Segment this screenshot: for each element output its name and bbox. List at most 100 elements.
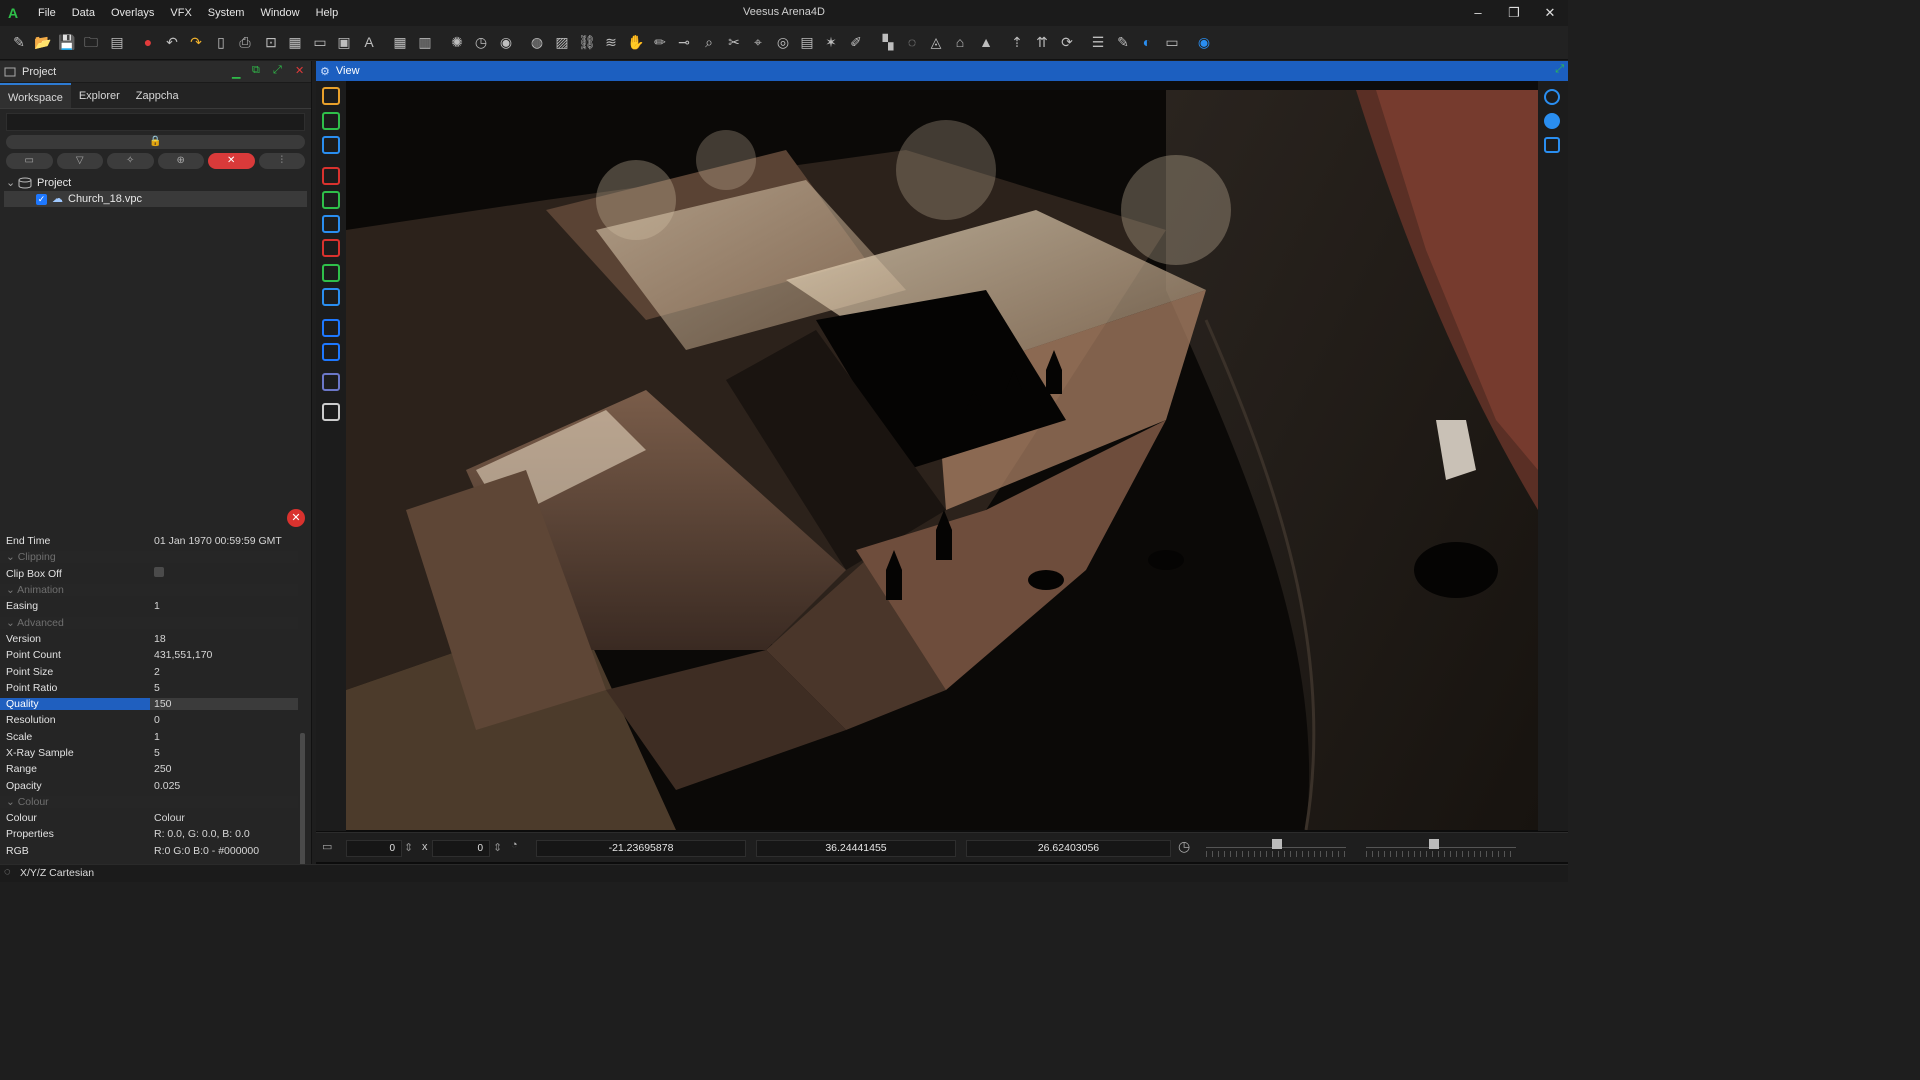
sphere-icon[interactable]: ◍ (528, 33, 546, 51)
property-row[interactable]: Resolution 0 (0, 712, 298, 728)
speed-icon[interactable]: ◔ (511, 839, 518, 851)
property-row[interactable]: Quality 150 (0, 696, 298, 712)
open-button[interactable]: ▭ (6, 153, 53, 169)
list-icon[interactable]: ☰ (1089, 33, 1107, 51)
save-icon[interactable]: 💾 (58, 33, 76, 51)
3d-view-icon[interactable] (322, 403, 340, 421)
close-properties-button[interactable]: ✕ (287, 509, 305, 527)
property-row[interactable]: Colour Colour (0, 810, 298, 826)
page-icon[interactable]: ▯ (212, 33, 230, 51)
star-icon[interactable]: ✶ (822, 33, 840, 51)
property-value[interactable]: 150 (150, 698, 298, 711)
property-value[interactable]: R:0 G:0 B:0 - #000000 (150, 845, 298, 857)
property-row[interactable]: Opacity 0.025 (0, 777, 298, 793)
ruler-icon[interactable]: ✎ (1114, 33, 1132, 51)
chevron-down-icon[interactable]: ⌄ (6, 584, 17, 596)
restore-button[interactable]: ❐ (1496, 0, 1532, 26)
chevron-down-icon[interactable]: ⌄ (6, 796, 18, 808)
house-icon[interactable]: ⌂ (951, 33, 969, 51)
camera-icon[interactable]: ⊡ (262, 33, 280, 51)
undo-icon[interactable]: ↶ (163, 33, 181, 51)
lock-button[interactable]: 🔒 (6, 135, 305, 149)
menu-vfx[interactable]: VFX (162, 0, 199, 26)
clip-box-blue-2-icon[interactable] (322, 288, 340, 306)
brush-icon[interactable]: ✏ (651, 33, 669, 51)
up-arrow-icon[interactable]: ⇡ (1008, 33, 1026, 51)
property-value[interactable]: 1 (150, 731, 298, 743)
property-row[interactable]: Scale 1 (0, 729, 298, 745)
maximize-view-icon[interactable]: ⤢ (1555, 63, 1564, 76)
property-value[interactable]: 0.025 (150, 780, 298, 792)
csv-icon[interactable]: ▤ (108, 33, 126, 51)
chevron-down-icon[interactable]: ⌄ (6, 617, 17, 629)
image-icon[interactable]: ▨ (553, 33, 571, 51)
property-value[interactable]: R: 0.0, G: 0.0, B: 0.0 (150, 828, 298, 840)
property-value[interactable]: 1 (150, 600, 298, 612)
orient-view-icon[interactable] (1544, 113, 1560, 129)
axes-icon[interactable] (322, 87, 340, 105)
axes-3-icon[interactable] (322, 136, 340, 154)
property-group[interactable]: ⌄ Advanced (0, 614, 298, 630)
property-value[interactable]: 250 (150, 763, 298, 775)
ppt-export-icon[interactable]: ▥ (416, 33, 434, 51)
filter-button[interactable]: ▽ (56, 153, 103, 169)
minimize-panel-icon[interactable]: ▁ (232, 66, 240, 79)
refresh-icon[interactable]: ⟳ (1058, 33, 1076, 51)
property-value[interactable]: 0 (150, 714, 298, 726)
tab-explorer[interactable]: Explorer (71, 83, 128, 108)
width-field[interactable]: 0 (346, 840, 402, 857)
pencil-icon[interactable]: ✐ (847, 33, 865, 51)
tab-zappcha[interactable]: Zappcha (128, 83, 187, 108)
property-row[interactable]: End Time 01 Jan 1970 00:59:59 GMT (0, 533, 298, 549)
print-icon[interactable]: ⎙ (236, 33, 254, 51)
property-row[interactable]: RGB R:0 G:0 B:0 - #000000 (0, 843, 298, 859)
horizontal-slice-icon[interactable] (322, 319, 340, 337)
text-icon[interactable]: A (360, 33, 378, 51)
gauge-icon[interactable]: ◷ (1178, 838, 1190, 855)
property-row[interactable]: Version 18 (0, 631, 298, 647)
height-field[interactable]: 0 (432, 840, 490, 857)
float-panel-icon[interactable]: ⧉ (252, 64, 260, 77)
property-row[interactable]: Clip Box Off (0, 566, 298, 582)
property-group[interactable]: ⌄ Colour (0, 794, 298, 810)
menu-system[interactable]: System (200, 0, 253, 26)
monitor-icon[interactable]: ▣ (335, 33, 353, 51)
edit-view-icon[interactable] (1544, 137, 1560, 153)
close-window-button[interactable]: ✕ (1532, 0, 1568, 26)
clear-filter-button[interactable]: ✧ (107, 153, 154, 169)
navigate-icon[interactable]: ◬ (927, 33, 945, 51)
link-icon[interactable]: ⛓ (578, 33, 596, 51)
vertical-slice-icon[interactable] (322, 343, 340, 361)
property-value[interactable]: 01 Jan 1970 00:59:59 GMT (150, 535, 298, 547)
property-value[interactable]: 5 (150, 682, 298, 694)
menu-file[interactable]: File (30, 0, 64, 26)
close-panel-icon[interactable]: ✕ (295, 64, 304, 77)
property-value[interactable]: 18 (150, 633, 298, 645)
zoom-icon[interactable]: ⌕ (700, 33, 718, 51)
chevron-down-icon[interactable]: ⌄ (6, 551, 18, 563)
property-group[interactable]: ⌄ Clipping (0, 549, 298, 565)
point-cloud-viewport[interactable] (346, 90, 1538, 830)
compass-icon[interactable]: ◌ (903, 33, 921, 51)
new-icon[interactable]: ✎ (10, 33, 28, 51)
visibility-checkbox[interactable]: ✓ (36, 193, 47, 205)
hand-icon[interactable]: ✋ (627, 33, 645, 51)
target-icon[interactable]: ◉ (497, 33, 515, 51)
clock-icon[interactable]: ◷ (472, 33, 490, 51)
tab-workspace[interactable]: Workspace (0, 83, 71, 108)
property-value[interactable]: 431,551,170 (150, 649, 298, 661)
property-row[interactable]: Easing 1 (0, 598, 298, 614)
sphere-slice-icon[interactable] (322, 373, 340, 391)
property-value[interactable]: 5 (150, 747, 298, 759)
property-row[interactable]: Point Ratio 5 (0, 680, 298, 696)
settings-button[interactable]: ⫶ (258, 153, 305, 169)
pipe-icon[interactable]: ⊸ (675, 33, 693, 51)
cube-icon[interactable]: ▤ (798, 33, 816, 51)
folder-icon[interactable]: 🗀 (82, 33, 100, 51)
reset-view-icon[interactable] (1544, 89, 1560, 105)
pdf-icon[interactable]: ▦ (286, 33, 304, 51)
scissors-icon[interactable]: ✂ (725, 33, 743, 51)
property-row[interactable]: Range 250 (0, 761, 298, 777)
blocks-icon[interactable]: ▚ (879, 33, 897, 51)
property-value[interactable]: 2 (150, 666, 298, 678)
